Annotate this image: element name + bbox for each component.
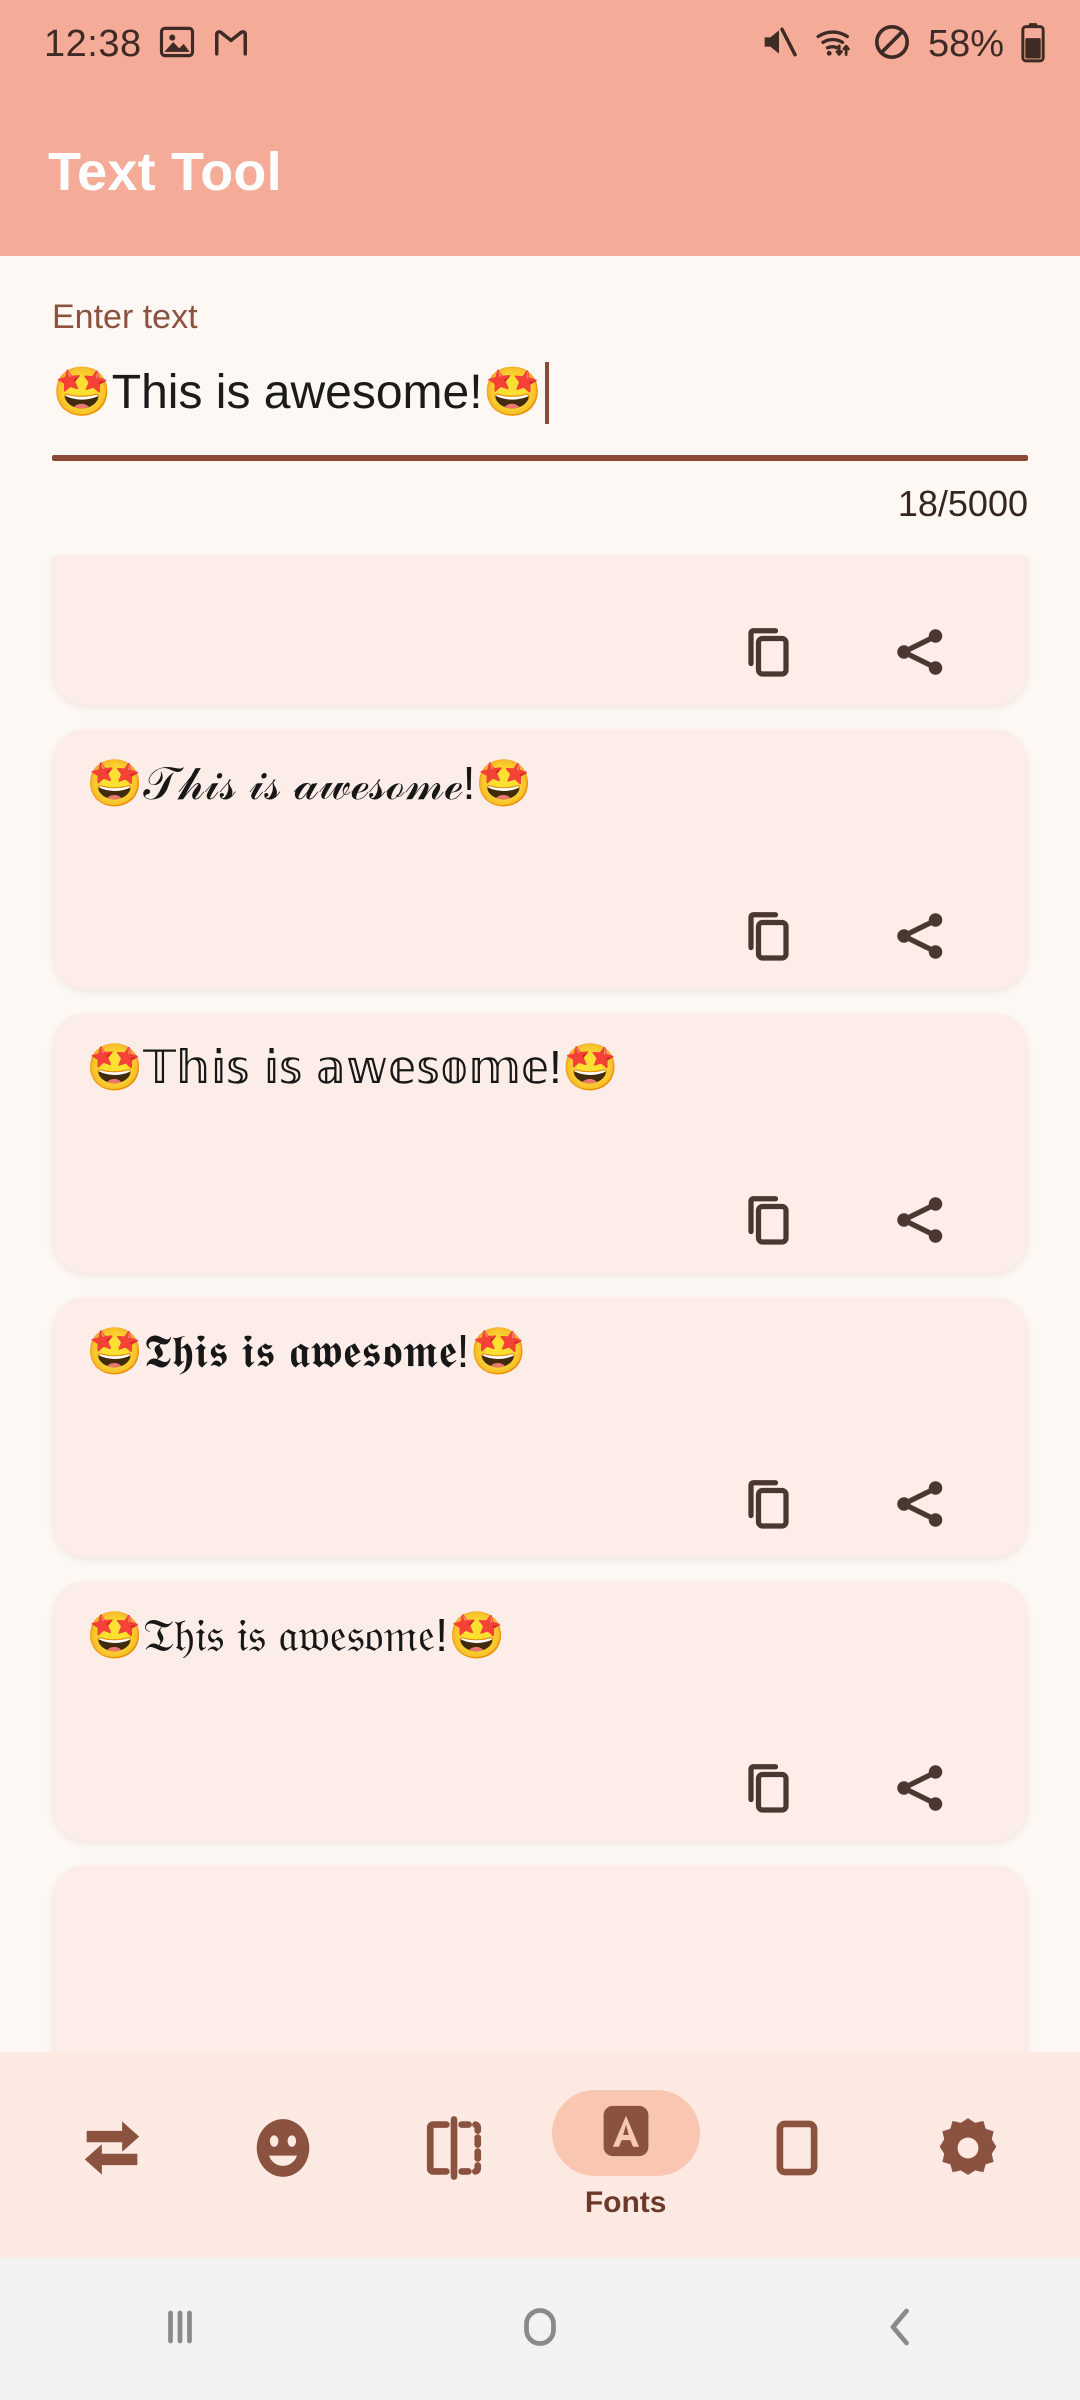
toolbar-item-emoji[interactable] xyxy=(208,2107,358,2203)
toolbar-item-repeat[interactable] xyxy=(37,2107,187,2203)
text-input-value: 🤩This is awesome!🤩 xyxy=(52,365,543,419)
input-underline xyxy=(52,455,1028,461)
text-cursor xyxy=(545,362,550,424)
status-clock: 12:38 xyxy=(44,22,142,65)
toolbar-item-fonts[interactable]: Fonts xyxy=(551,2090,701,2220)
share-icon[interactable] xyxy=(890,1474,950,1539)
mute-icon xyxy=(758,22,798,67)
text-input-field[interactable]: 🤩This is awesome!🤩 xyxy=(52,351,1028,435)
back-icon xyxy=(870,2297,930,2362)
frame-icon xyxy=(759,2110,835,2191)
font-result-card[interactable] xyxy=(52,555,1028,705)
font-result-card[interactable]: 🤩𝕋𝕙𝕚𝕤 𝕚𝕤 𝕒𝕨𝕖𝕤𝕠𝕞𝕖!🤩 xyxy=(52,1013,1028,1273)
copy-icon[interactable] xyxy=(738,1474,798,1539)
app-bar: Text Tool xyxy=(0,88,1080,256)
share-icon[interactable] xyxy=(890,1758,950,1823)
mirror-icon xyxy=(416,2110,492,2191)
wifi-icon xyxy=(814,22,856,67)
font-result-text: 🤩𝒯𝒽𝒾𝓈 𝒾𝓈 𝒶𝓌ℯ𝓈ℴ𝓂ℯ!🤩 xyxy=(86,757,533,809)
bottom-toolbar: Fonts xyxy=(0,2052,1080,2258)
card-actions xyxy=(86,604,994,687)
font-result-text: 🤩𝔗𝔥𝔦𝔰 𝔦𝔰 𝔞𝔴𝔢𝔰𝔬𝔪𝔢!🤩 xyxy=(86,1609,506,1661)
repeat-icon xyxy=(74,2110,150,2191)
copy-icon[interactable] xyxy=(738,1190,798,1255)
font-result-card[interactable] xyxy=(52,1865,1028,2052)
copy-icon[interactable] xyxy=(738,906,798,971)
status-bar: 12:38 58% xyxy=(0,0,1080,88)
font-result-text xyxy=(86,1891,994,1951)
input-label: Enter text xyxy=(52,298,198,336)
toolbar-item-frame[interactable] xyxy=(722,2107,872,2203)
do-not-disturb-icon xyxy=(872,22,912,67)
phone-screen: 12:38 58% Text Tool Enter text 🤩This is … xyxy=(0,0,1080,2400)
character-counter: 18/5000 xyxy=(897,483,1028,524)
page-title: Text Tool xyxy=(48,142,282,202)
home-icon xyxy=(510,2297,570,2362)
text-input-section: Enter text 🤩This is awesome!🤩 18/5000 xyxy=(0,256,1080,525)
font-result-text: 🤩𝕿𝖍𝖎𝖘 𝖎𝖘 𝖆𝖜𝖊𝖘𝖔𝖒𝖊!🤩 xyxy=(86,1325,527,1377)
battery-icon xyxy=(1020,21,1046,68)
share-icon[interactable] xyxy=(890,906,950,971)
back-button[interactable] xyxy=(800,2258,1000,2400)
copy-icon[interactable] xyxy=(738,622,798,687)
toolbar-item-mirror[interactable] xyxy=(379,2107,529,2203)
toolbar-item-label: Fonts xyxy=(584,2186,667,2219)
gmail-icon xyxy=(212,23,250,66)
font-result-card[interactable]: 🤩𝔗𝔥𝔦𝔰 𝔦𝔰 𝔞𝔴𝔢𝔰𝔬𝔪𝔢!🤩 xyxy=(52,1581,1028,1841)
home-button[interactable] xyxy=(440,2258,640,2400)
status-bar-left: 12:38 xyxy=(44,23,250,66)
card-actions xyxy=(86,1740,994,1823)
recents-icon xyxy=(150,2297,210,2362)
font-result-text: 🤩𝕋𝕙𝕚𝕤 𝕚𝕤 𝕒𝕨𝕖𝕤𝕠𝕞𝕖!🤩 xyxy=(86,1041,620,1093)
card-actions xyxy=(86,1172,994,1255)
android-nav-bar xyxy=(0,2258,1080,2400)
status-bar-right: 58% xyxy=(758,21,1046,68)
share-icon[interactable] xyxy=(890,622,950,687)
font-result-card[interactable]: 🤩𝒯𝒽𝒾𝓈 𝒾𝓈 𝒶𝓌ℯ𝓈ℴ𝓂ℯ!🤩 xyxy=(52,729,1028,989)
card-actions xyxy=(86,1456,994,1539)
main-content: Enter text 🤩This is awesome!🤩 18/5000 🤩𝒯… xyxy=(0,256,1080,2258)
fonts-icon xyxy=(594,2099,658,2168)
font-results-list[interactable]: 🤩𝒯𝒽𝒾𝓈 𝒾𝓈 𝒶𝓌ℯ𝓈ℴ𝓂ℯ!🤩 🤩𝕋𝕙𝕚𝕤 𝕚𝕤 𝕒𝕨𝕖𝕤𝕠𝕞𝕖!🤩 🤩𝕿… xyxy=(0,555,1080,2052)
toolbar-item-settings[interactable] xyxy=(893,2107,1043,2203)
photos-icon xyxy=(158,23,196,66)
recents-button[interactable] xyxy=(80,2258,280,2400)
card-actions xyxy=(86,888,994,971)
emoji-icon xyxy=(245,2110,321,2191)
gear-icon xyxy=(930,2110,1006,2191)
font-result-card[interactable]: 🤩𝕿𝖍𝖎𝖘 𝖎𝖘 𝖆𝖜𝖊𝖘𝖔𝖒𝖊!🤩 xyxy=(52,1297,1028,1557)
share-icon[interactable] xyxy=(890,1190,950,1255)
copy-icon[interactable] xyxy=(738,1758,798,1823)
fonts-active-pill xyxy=(551,2090,700,2176)
battery-percentage: 58% xyxy=(927,22,1004,65)
